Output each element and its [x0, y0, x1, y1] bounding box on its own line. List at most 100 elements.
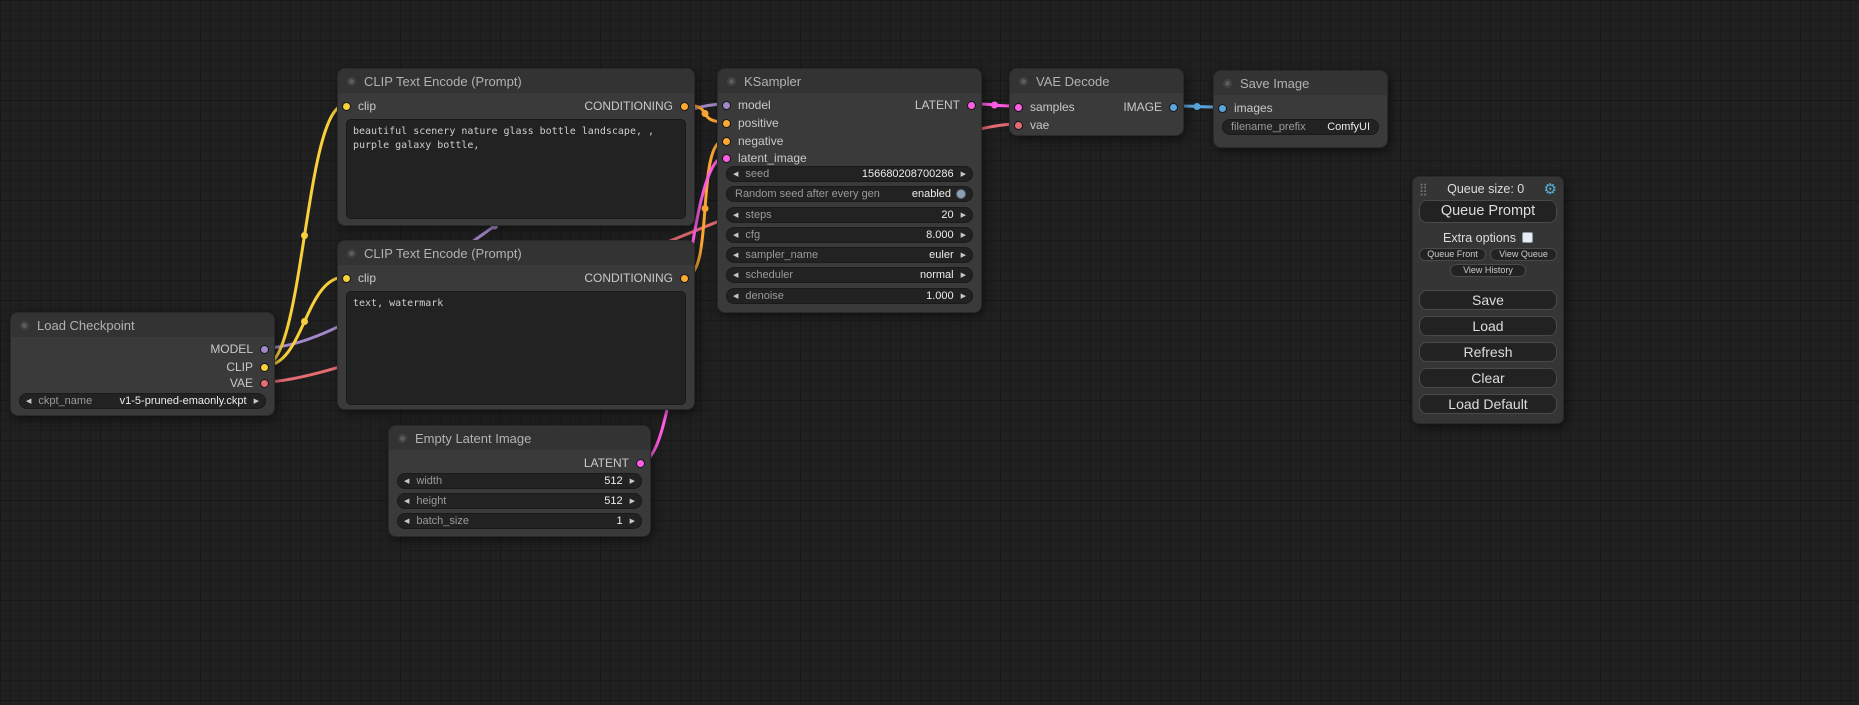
- batch-size-widget[interactable]: ◀ batch_size 1 ▶: [397, 513, 642, 529]
- steps-widget[interactable]: ◀ steps 20 ▶: [726, 207, 973, 223]
- node-graph-canvas[interactable]: Load Checkpoint MODEL CLIP VAE ◀ ckpt_na…: [0, 0, 1859, 705]
- port-negative-input[interactable]: [722, 137, 731, 146]
- widget-label: sampler_name: [745, 249, 818, 261]
- slot-row: negative: [718, 133, 981, 149]
- port-clip-input[interactable]: [342, 102, 351, 111]
- widget-value: v1-5-pruned-emaonly.ckpt: [120, 395, 247, 407]
- port-latent-image-input[interactable]: [722, 154, 731, 163]
- node-header[interactable]: Empty Latent Image: [389, 426, 650, 450]
- port-latent-output[interactable]: [636, 459, 645, 468]
- load-button[interactable]: Load: [1419, 316, 1557, 336]
- port-positive-input[interactable]: [722, 119, 731, 128]
- widget-value: 156680208700286: [862, 168, 954, 180]
- increment-icon[interactable]: ▶: [961, 212, 966, 219]
- decrement-icon[interactable]: ◀: [733, 272, 738, 279]
- port-conditioning-output[interactable]: [680, 102, 689, 111]
- increment-icon[interactable]: ▶: [630, 518, 635, 525]
- denoise-widget[interactable]: ◀ denoise 1.000 ▶: [726, 288, 973, 304]
- view-queue-button[interactable]: View Queue: [1490, 248, 1557, 261]
- decrement-icon[interactable]: ◀: [733, 212, 738, 219]
- node-header[interactable]: CLIP Text Encode (Prompt): [338, 69, 694, 93]
- increment-icon[interactable]: ▶: [961, 293, 966, 300]
- ckpt-name-widget[interactable]: ◀ ckpt_name v1-5-pruned-emaonly.ckpt ▶: [19, 393, 266, 409]
- width-widget[interactable]: ◀ width 512 ▶: [397, 473, 642, 489]
- clear-button[interactable]: Clear: [1419, 368, 1557, 388]
- collapse-dot-icon[interactable]: [727, 77, 736, 86]
- node-empty-latent-image[interactable]: Empty Latent Image LATENT ◀ width 512 ▶ …: [388, 425, 651, 537]
- slot-row: positive: [718, 115, 981, 131]
- sampler-name-widget[interactable]: ◀ sampler_name euler ▶: [726, 247, 973, 263]
- queue-prompt-button[interactable]: Queue Prompt: [1419, 200, 1557, 223]
- prompt-text-input[interactable]: beautiful scenery nature glass bottle la…: [346, 119, 686, 219]
- port-vae-input[interactable]: [1014, 121, 1023, 130]
- slot-row: latent_image: [718, 150, 981, 166]
- collapse-dot-icon[interactable]: [1223, 79, 1232, 88]
- increment-icon[interactable]: ▶: [630, 498, 635, 505]
- port-latent-output[interactable]: [967, 101, 976, 110]
- collapse-dot-icon[interactable]: [347, 77, 356, 86]
- random-seed-toggle-widget[interactable]: Random seed after every gen enabled: [726, 186, 973, 202]
- queue-panel[interactable]: ⣿ Queue size: 0 ⚙ Queue Prompt Extra opt…: [1412, 176, 1564, 424]
- node-header[interactable]: CLIP Text Encode (Prompt): [338, 241, 694, 265]
- seed-widget[interactable]: ◀ seed 156680208700286 ▶: [726, 166, 973, 182]
- port-images-input[interactable]: [1218, 104, 1227, 113]
- decrement-icon[interactable]: ◀: [733, 252, 738, 259]
- filename-prefix-widget[interactable]: filename_prefix ComfyUI: [1222, 119, 1379, 135]
- node-load-checkpoint[interactable]: Load Checkpoint MODEL CLIP VAE ◀ ckpt_na…: [10, 312, 275, 416]
- input-label-images: images: [1234, 101, 1273, 115]
- link-midpoint-dot: [702, 110, 709, 117]
- node-ksampler[interactable]: KSampler model LATENT positive negative …: [717, 68, 982, 313]
- increment-icon[interactable]: ▶: [961, 171, 966, 178]
- input-label-model: model: [738, 98, 771, 112]
- prompt-text-input[interactable]: text, watermark: [346, 291, 686, 405]
- port-vae-output[interactable]: [260, 379, 269, 388]
- port-model-output[interactable]: [260, 345, 269, 354]
- port-model-input[interactable]: [722, 101, 731, 110]
- collapse-dot-icon[interactable]: [20, 321, 29, 330]
- node-header[interactable]: Save Image: [1214, 71, 1387, 95]
- port-samples-input[interactable]: [1014, 103, 1023, 112]
- refresh-button[interactable]: Refresh: [1419, 342, 1557, 362]
- node-save-image[interactable]: Save Image images filename_prefix ComfyU…: [1213, 70, 1388, 148]
- port-conditioning-output[interactable]: [680, 274, 689, 283]
- increment-icon[interactable]: ▶: [630, 478, 635, 485]
- scheduler-widget[interactable]: ◀ scheduler normal ▶: [726, 267, 973, 283]
- decrement-icon[interactable]: ◀: [26, 398, 31, 405]
- increment-icon[interactable]: ▶: [961, 272, 966, 279]
- slot-row: MODEL: [11, 341, 274, 357]
- collapse-dot-icon[interactable]: [1019, 77, 1028, 86]
- widget-label: filename_prefix: [1231, 121, 1306, 133]
- view-history-button[interactable]: View History: [1450, 264, 1526, 277]
- port-clip-output[interactable]: [260, 363, 269, 372]
- load-default-button[interactable]: Load Default: [1419, 394, 1557, 414]
- drag-handle-icon[interactable]: ⣿: [1419, 182, 1428, 196]
- port-clip-input[interactable]: [342, 274, 351, 283]
- decrement-icon[interactable]: ◀: [404, 498, 409, 505]
- port-image-output[interactable]: [1169, 103, 1178, 112]
- widget-value: ComfyUI: [1327, 121, 1370, 133]
- gear-icon[interactable]: ⚙: [1544, 182, 1557, 197]
- node-header[interactable]: Load Checkpoint: [11, 313, 274, 337]
- decrement-icon[interactable]: ◀: [404, 518, 409, 525]
- height-widget[interactable]: ◀ height 512 ▶: [397, 493, 642, 509]
- increment-icon[interactable]: ▶: [254, 398, 259, 405]
- node-header[interactable]: VAE Decode: [1010, 69, 1183, 93]
- collapse-dot-icon[interactable]: [398, 434, 407, 443]
- node-header[interactable]: KSampler: [718, 69, 981, 93]
- extra-options-checkbox[interactable]: [1522, 232, 1533, 243]
- decrement-icon[interactable]: ◀: [733, 293, 738, 300]
- increment-icon[interactable]: ▶: [961, 252, 966, 259]
- collapse-dot-icon[interactable]: [347, 249, 356, 258]
- decrement-icon[interactable]: ◀: [733, 232, 738, 239]
- node-vae-decode[interactable]: VAE Decode samples IMAGE vae: [1009, 68, 1184, 136]
- node-clip-text-encode-negative[interactable]: CLIP Text Encode (Prompt) clip CONDITION…: [337, 240, 695, 410]
- node-clip-text-encode-positive[interactable]: CLIP Text Encode (Prompt) clip CONDITION…: [337, 68, 695, 226]
- queue-front-button[interactable]: Queue Front: [1419, 248, 1486, 261]
- save-button[interactable]: Save: [1419, 290, 1557, 310]
- toggle-dot-icon[interactable]: [956, 189, 966, 199]
- cfg-widget[interactable]: ◀ cfg 8.000 ▶: [726, 227, 973, 243]
- decrement-icon[interactable]: ◀: [733, 171, 738, 178]
- decrement-icon[interactable]: ◀: [404, 478, 409, 485]
- increment-icon[interactable]: ▶: [961, 232, 966, 239]
- output-label-conditioning: CONDITIONING: [584, 99, 673, 113]
